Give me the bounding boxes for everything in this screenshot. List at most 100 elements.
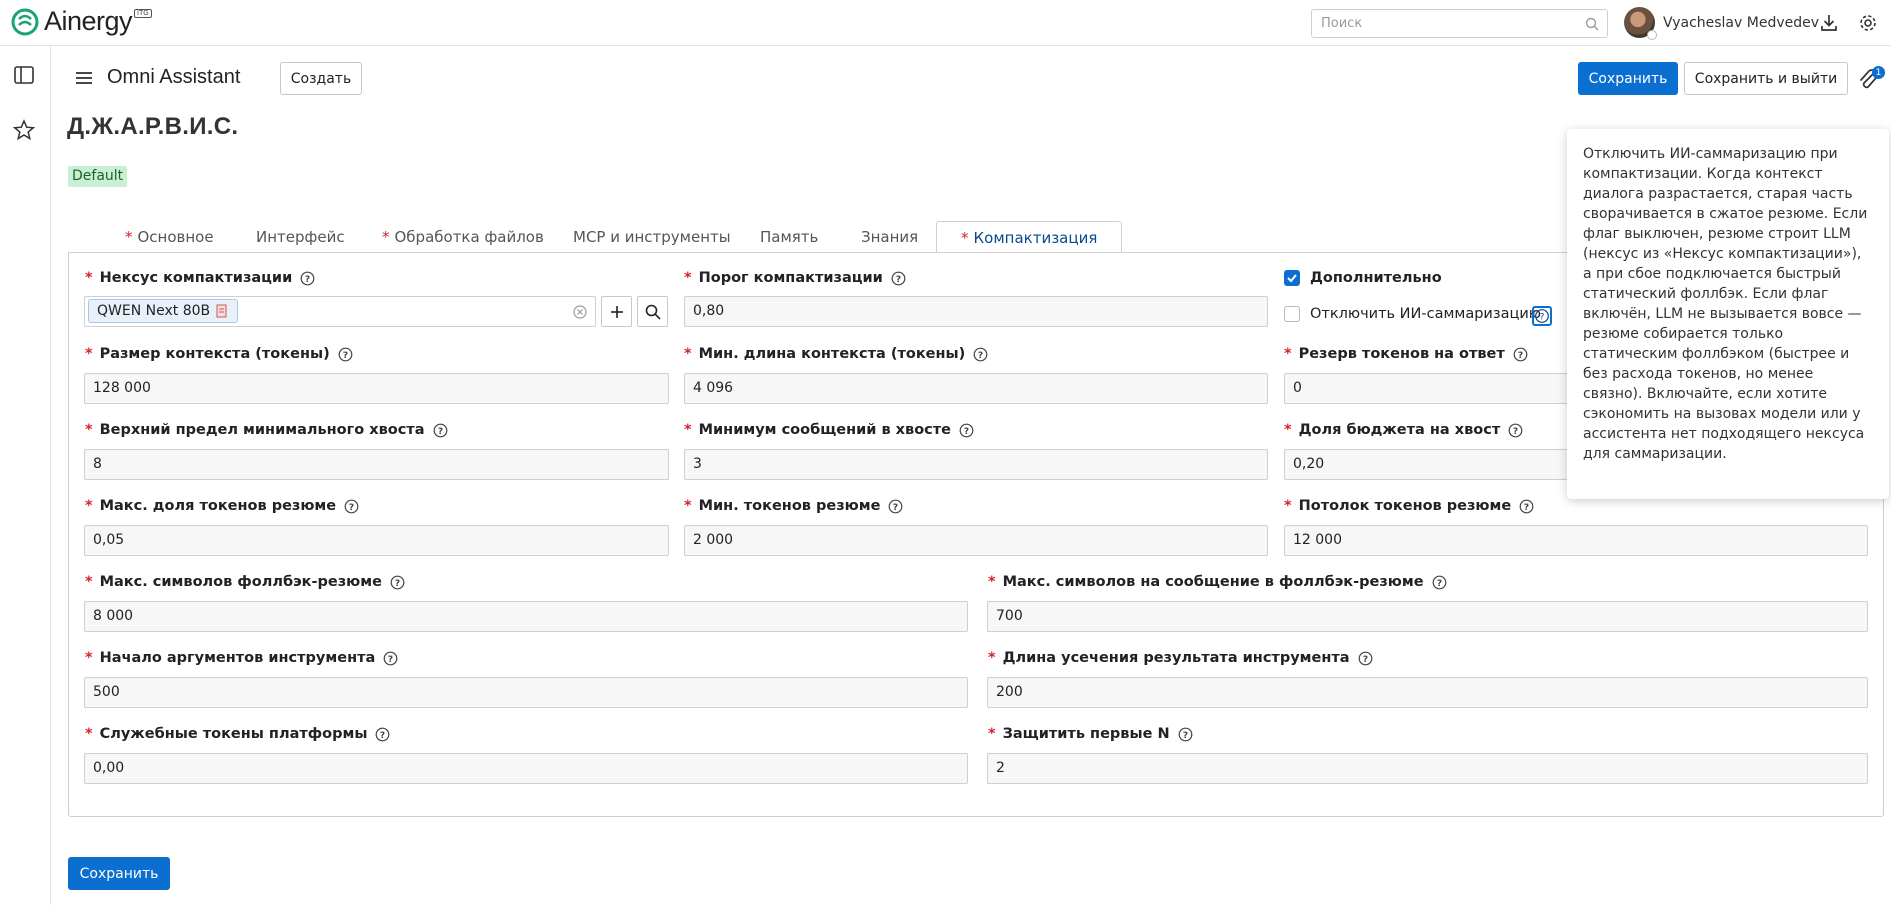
svg-text:?: ? (343, 351, 348, 361)
star-icon[interactable] (12, 118, 36, 142)
fallback-msg-chars-input[interactable]: 700 (987, 601, 1868, 632)
tab-memory[interactable]: Память (760, 221, 818, 253)
extra-checkbox[interactable] (1284, 270, 1300, 286)
tab-interface[interactable]: Интерфейс (256, 221, 345, 253)
app-logo[interactable]: Ainergy ITG (10, 6, 152, 37)
platform-tokens-input[interactable]: 0,00 (84, 753, 968, 784)
tail-min-msgs-label: * Минимум сообщений в хвосте? (684, 422, 974, 438)
plus-icon (610, 305, 623, 318)
required-marker: * (85, 270, 93, 286)
summary-min-tokens-input[interactable]: 2 000 (684, 525, 1268, 556)
logo-badge: ITG (134, 9, 152, 18)
min-context-input[interactable]: 4 096 (684, 373, 1268, 404)
summary-max-share-input[interactable]: 0,05 (84, 525, 669, 556)
disable-ai-checkbox[interactable] (1284, 306, 1300, 322)
context-size-input[interactable]: 128 000 (84, 373, 669, 404)
hamburger-menu-icon[interactable] (74, 68, 94, 88)
required-marker: * (684, 422, 692, 438)
threshold-input[interactable]: 0,80 (684, 296, 1268, 327)
gear-icon[interactable] (1857, 12, 1879, 34)
footer-save-button[interactable]: Сохранить (68, 857, 170, 890)
tab-file-processing[interactable]: * Обработка файлов (382, 221, 544, 253)
summary-ceiling-label: * Потолок токенов резюме? (1284, 498, 1534, 514)
help-icon[interactable]: ? (891, 271, 906, 286)
help-icon[interactable]: ? (1432, 575, 1447, 590)
tab-mcp-tools[interactable]: MCP и инструменты (573, 221, 731, 253)
help-icon[interactable]: ? (1358, 651, 1373, 666)
top-bar: Ainergy ITG Vyacheslav Medvedev (0, 0, 1891, 46)
help-icon[interactable]: ? (344, 499, 359, 514)
summary-ceiling-input[interactable]: 12 000 (1284, 525, 1868, 556)
svg-text:?: ? (380, 731, 385, 741)
edit-document-icon[interactable] (216, 304, 229, 318)
protect-first-input[interactable]: 2 (987, 753, 1868, 784)
create-button[interactable]: Создать (280, 62, 362, 95)
tool-result-trunc-input[interactable]: 200 (987, 677, 1868, 708)
required-marker: * (684, 498, 692, 514)
download-icon[interactable] (1818, 12, 1840, 34)
svg-text:?: ? (1182, 731, 1187, 741)
nexus-chip[interactable]: QWEN Next 80B (88, 299, 239, 323)
svg-text:?: ? (978, 351, 983, 361)
extra-label: Дополнительно (1310, 270, 1442, 286)
sidebar-toggle-icon[interactable] (12, 63, 36, 87)
tab-label: Знания (861, 228, 919, 246)
help-icon[interactable]: ? (1508, 423, 1523, 438)
required-marker: * (85, 650, 93, 666)
help-icon[interactable]: ? (1178, 727, 1193, 742)
tail-upper-input[interactable]: 8 (84, 449, 669, 480)
svg-text:?: ? (1524, 503, 1529, 513)
attachments-count-badge: 1 (1872, 66, 1885, 79)
help-icon: ? (1535, 309, 1549, 323)
status-dot (1647, 30, 1657, 40)
help-icon-focused[interactable]: ? (1532, 306, 1552, 326)
svg-text:?: ? (1518, 351, 1523, 361)
clear-icon[interactable] (573, 305, 587, 319)
fallback-max-chars-label: * Макс. символов фоллбэк-резюме? (85, 574, 405, 590)
tool-args-start-input[interactable]: 500 (84, 677, 968, 708)
required-marker: * (85, 346, 93, 362)
svg-text:?: ? (896, 275, 901, 285)
summary-min-tokens-label: * Мин. токенов резюме? (684, 498, 903, 514)
help-icon[interactable]: ? (973, 347, 988, 362)
help-icon[interactable]: ? (338, 347, 353, 362)
help-icon[interactable]: ? (433, 423, 448, 438)
fallback-max-chars-input[interactable]: 8 000 (84, 601, 968, 632)
svg-text:?: ? (1540, 313, 1545, 323)
required-marker: * (382, 228, 390, 246)
required-marker: * (85, 498, 93, 514)
help-icon[interactable]: ? (390, 575, 405, 590)
min-context-label: * Мин. длина контекста (токены)? (684, 346, 988, 362)
global-search[interactable] (1311, 9, 1608, 38)
svg-text:?: ? (1436, 579, 1441, 589)
record-title: Д.Ж.А.Р.В.И.С. (67, 113, 239, 140)
user-name[interactable]: Vyacheslav Medvedev (1663, 15, 1819, 31)
svg-text:?: ? (388, 655, 393, 665)
help-icon[interactable]: ? (375, 727, 390, 742)
help-icon[interactable]: ? (383, 651, 398, 666)
save-button[interactable]: Сохранить (1578, 62, 1678, 95)
context-size-label: * Размер контекста (токены)? (85, 346, 353, 362)
tab-basic[interactable]: * Основное (125, 221, 214, 253)
search-input[interactable] (1312, 10, 1572, 37)
help-icon[interactable]: ? (1513, 347, 1528, 362)
platform-tokens-label: * Служебные токены платформы? (85, 726, 390, 742)
help-icon[interactable]: ? (888, 499, 903, 514)
avatar[interactable] (1624, 7, 1657, 40)
svg-text:?: ? (437, 427, 442, 437)
tab-compaction[interactable]: * Компактизация (936, 221, 1123, 253)
tab-label: Память (760, 228, 819, 246)
tail-min-msgs-input[interactable]: 3 (684, 449, 1268, 480)
required-marker: * (961, 229, 969, 247)
help-icon[interactable]: ? (959, 423, 974, 438)
help-icon[interactable]: ? (1519, 499, 1534, 514)
user-menu[interactable]: Vyacheslav Medvedev (1624, 7, 1819, 40)
threshold-label: * Порог компактизации? (684, 270, 906, 286)
search-icon[interactable] (1585, 17, 1599, 31)
search-nexus-button[interactable] (637, 296, 668, 327)
help-icon[interactable]: ? (300, 271, 315, 286)
tab-knowledge[interactable]: Знания (861, 221, 918, 253)
svg-text:?: ? (893, 503, 898, 513)
save-and-exit-button[interactable]: Сохранить и выйти (1684, 62, 1848, 95)
add-nexus-button[interactable] (601, 296, 632, 327)
